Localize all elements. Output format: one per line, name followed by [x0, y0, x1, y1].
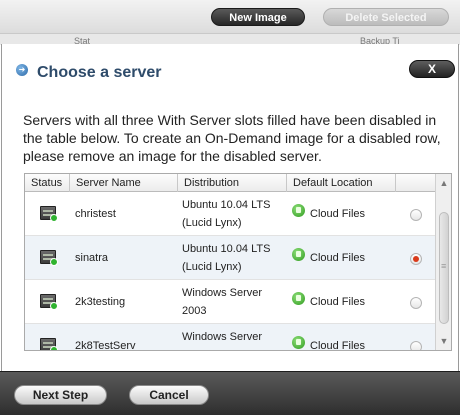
col-status: Status: [25, 174, 70, 192]
col-select: [396, 174, 435, 192]
distribution-line-2: (Lucid Lynx): [182, 217, 242, 229]
table-scrollbar[interactable]: ▲ ▼: [435, 174, 451, 350]
table-row[interactable]: 2k8TestServ Windows Server 2008 Cloud Fi…: [25, 324, 435, 351]
server-status-icon: [40, 206, 58, 222]
delete-selected-button[interactable]: Delete Selected: [323, 8, 449, 26]
dialog-footer: Next Step Cancel: [0, 371, 460, 415]
dialog-description: Servers with all three With Server slots…: [23, 112, 441, 164]
default-location: Cloud Files: [310, 340, 366, 351]
col-server-name: Server Name: [70, 174, 178, 192]
select-radio[interactable]: [410, 253, 422, 265]
cloud-files-icon: [292, 248, 305, 261]
server-name: sinatra: [75, 252, 109, 264]
cloud-files-icon: [292, 204, 305, 217]
distribution-line-1: Ubuntu 10.04 LTS: [182, 243, 271, 255]
choose-server-dialog: ➜ Choose a server X Servers with all thr…: [1, 44, 459, 415]
distribution-line-2: (Lucid Lynx): [182, 261, 242, 273]
server-name: 2k3testing: [75, 296, 126, 308]
server-name: 2k8TestServ: [75, 340, 136, 351]
table-row[interactable]: sinatra Ubuntu 10.04 LTS (Lucid Lynx) Cl…: [25, 236, 435, 280]
cancel-button[interactable]: Cancel: [129, 385, 209, 405]
cloud-files-icon: [292, 292, 305, 305]
server-status-icon: [40, 250, 58, 266]
server-status-icon: [40, 338, 58, 350]
cloud-files-icon: [292, 336, 305, 349]
table-row[interactable]: 2k3testing Windows Server 2003 Cloud Fil…: [25, 280, 435, 324]
dialog-title: Choose a server: [37, 64, 162, 81]
table-header: Status Server Name Distribution Default …: [25, 174, 435, 192]
close-button[interactable]: X: [409, 60, 455, 78]
arrow-right-circle-icon: ➜: [16, 64, 28, 76]
select-radio[interactable]: [410, 341, 422, 350]
scrollbar-thumb[interactable]: [439, 212, 449, 324]
distribution-line-1: Windows Server: [182, 331, 263, 343]
table-row[interactable]: christest Ubuntu 10.04 LTS (Lucid Lynx) …: [25, 192, 435, 236]
next-step-button[interactable]: Next Step: [14, 385, 107, 405]
select-radio[interactable]: [410, 297, 422, 309]
server-table: Status Server Name Distribution Default …: [24, 173, 452, 351]
scroll-down-arrow-icon[interactable]: ▼: [436, 334, 451, 348]
scroll-up-arrow-icon[interactable]: ▲: [436, 176, 451, 190]
server-name: christest: [75, 208, 116, 220]
default-location: Cloud Files: [310, 296, 366, 308]
server-status-icon: [40, 294, 58, 310]
distribution-line-1: Ubuntu 10.04 LTS: [182, 199, 271, 211]
new-image-button[interactable]: New Image: [211, 8, 305, 26]
dialog-title-row: ➜ Choose a server: [16, 62, 162, 84]
col-default-location: Default Location: [287, 174, 396, 192]
select-radio[interactable]: [410, 209, 422, 221]
distribution-line-1: Windows Server: [182, 287, 263, 299]
distribution-line-2: 2003: [182, 305, 207, 317]
distribution-line-2: 2008: [182, 346, 206, 350]
background-toolbar: New Image Delete Selected: [0, 0, 460, 33]
col-distribution: Distribution: [178, 174, 287, 192]
default-location: Cloud Files: [310, 252, 366, 264]
default-location: Cloud Files: [310, 208, 366, 220]
